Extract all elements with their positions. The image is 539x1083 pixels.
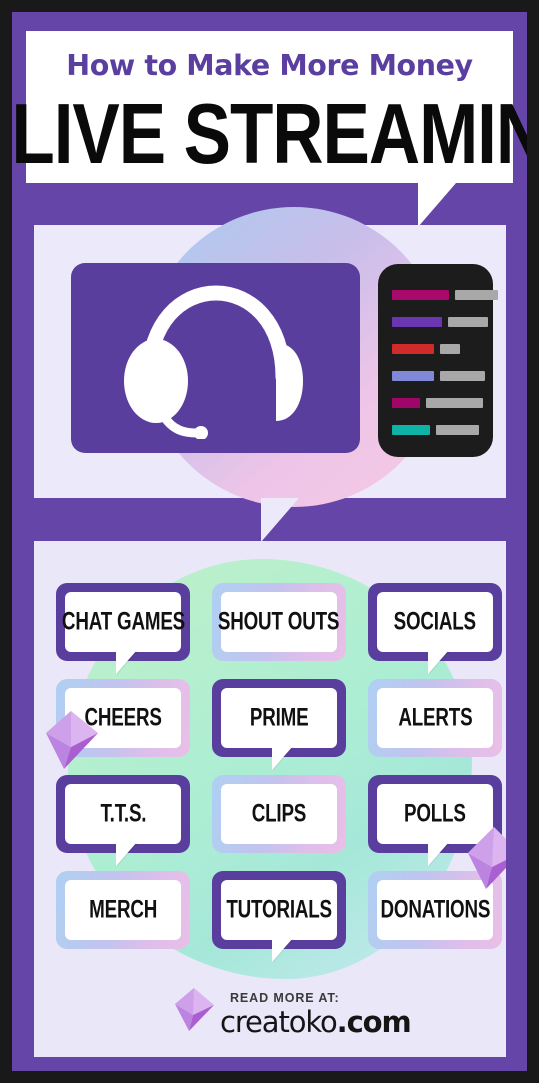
tile-inner: T.T.S. [65,784,181,844]
monetization-methods-panel: CHAT GAMES SHOUT OUTS SOCIALS CHEERS PRIME AL… [34,541,506,1057]
gem-icon-left [40,707,102,773]
illustration-panel-tail [261,498,299,542]
tile-label: T.T.S. [100,799,146,828]
chat-message-bar [440,344,460,354]
brand-word: creatoko [220,1005,338,1039]
tile-tail [428,842,449,866]
infographic-frame: How to Make More Money LIVE STREAMING [0,0,539,1083]
page-title: LIVE STREAMING [12,86,527,183]
tile-label: POLLS [404,799,466,828]
tile-label: MERCH [88,895,158,924]
tile-tail [428,650,449,674]
tile-label: CLIPS [251,799,307,828]
tile-clips[interactable]: CLIPS [212,775,346,853]
tile-inner: TUTORIALS [221,880,337,940]
footer: READ MORE AT: creatoko.com [34,983,506,1047]
brand-name: creatoko.com [220,1005,412,1039]
gem-icon-right [460,823,506,891]
tile-tail [272,746,293,770]
tile-tail [272,938,293,962]
tile-tail [116,650,137,674]
chat-username-bar [392,425,430,435]
tile-tail [116,842,137,866]
tile-inner: CLIPS [221,784,337,844]
illustration-panel [34,207,506,507]
tile-label: ALERTS [397,703,473,732]
title-panel: How to Make More Money LIVE STREAMING [12,31,527,183]
chat-username-bar [392,344,434,354]
gem-icon-logo [172,985,216,1033]
stream-screen [71,263,360,453]
tile-inner: MERCH [65,880,181,940]
tile-label: SHOUT OUTS [218,607,340,636]
chat-username-bar [392,371,434,381]
tile-merch[interactable]: MERCH [56,871,190,949]
chat-username-bar [392,398,420,408]
tile-inner: CHAT GAMES [61,592,185,652]
brand-tld: .com [336,1005,412,1039]
tile-inner: ALERTS [377,688,493,748]
tile-label: PRIME [249,703,309,732]
kicker-text: How to Make More Money [66,49,473,82]
tile-label: CHAT GAMES [61,607,185,636]
tile-inner: SOCIALS [377,592,493,652]
title-panel-tail [418,183,456,227]
tile-label: DONATIONS [380,895,490,924]
tile-label: TUTORIALS [226,895,332,924]
chat-username-bar [392,290,449,300]
tile-alerts[interactable]: ALERTS [368,679,502,757]
headset-icon [121,281,311,440]
chat-message-bar [440,371,485,381]
chat-panel [378,264,498,457]
chat-message-bar [448,317,488,327]
chat-message-bar [436,425,479,435]
tile-label: SOCIALS [393,607,477,636]
tile-grid: CHAT GAMES SHOUT OUTS SOCIALS CHEERS PRIME AL… [34,541,506,1057]
tile-shout-outs[interactable]: SHOUT OUTS [212,583,346,661]
chat-message-bar [455,290,498,300]
chat-message-bar [426,398,483,408]
tile-inner: SHOUT OUTS [218,592,340,652]
infographic-canvas: How to Make More Money LIVE STREAMING [12,12,527,1071]
tile-inner: PRIME [221,688,337,748]
chat-username-bar [392,317,442,327]
read-more-label: READ MORE AT: [230,991,340,1005]
